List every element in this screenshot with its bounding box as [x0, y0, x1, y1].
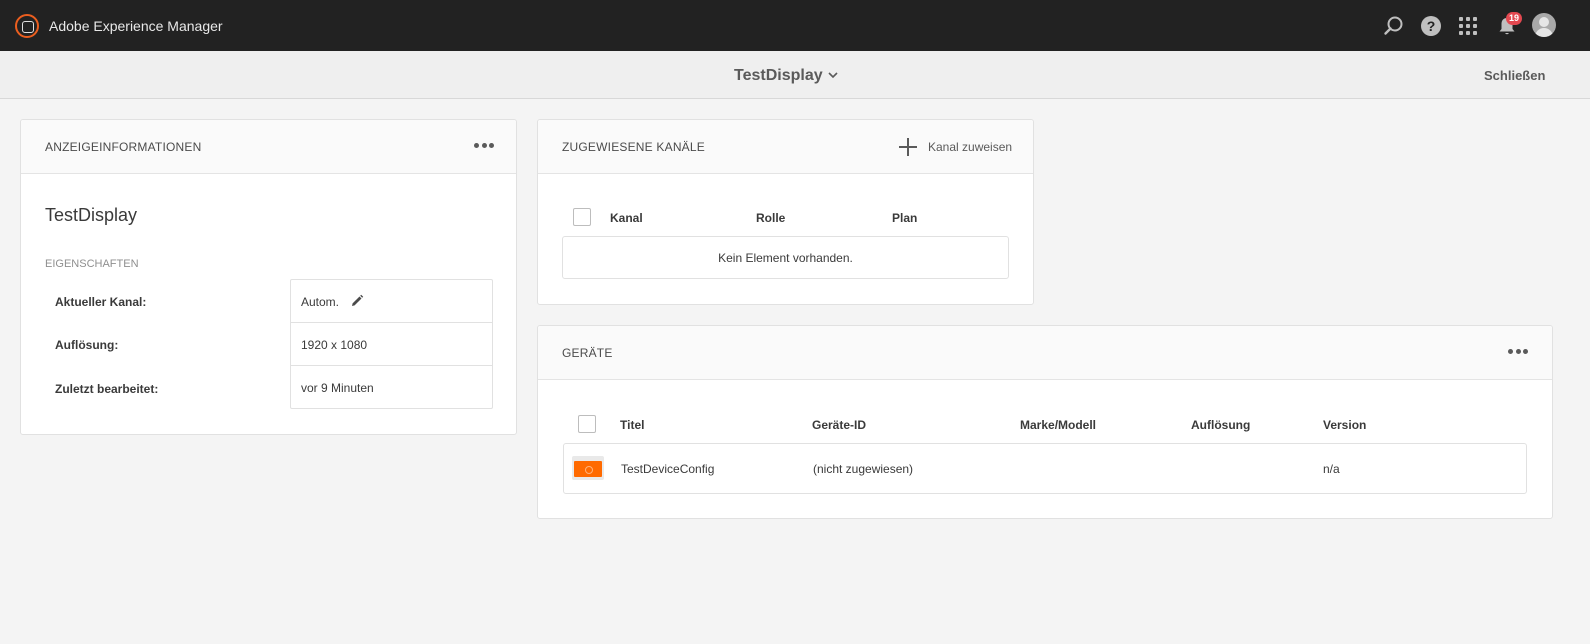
devices-card: GERÄTE Titel Geräte-ID Marke/Modell Aufl… — [537, 325, 1553, 519]
last-modified-cell: vor 9 Minuten — [291, 366, 492, 409]
close-button[interactable]: Schließen — [1484, 68, 1545, 83]
device-icon — [574, 461, 602, 477]
page-title[interactable]: TestDisplay — [734, 67, 823, 85]
column-header-aufloesung[interactable]: Auflösung — [1191, 418, 1250, 432]
display-info-card: ANZEIGEINFORMATIONEN TestDisplay EIGENSC… — [20, 119, 517, 435]
edit-pencil-icon[interactable] — [350, 294, 364, 308]
device-id: (nicht zugewiesen) — [813, 462, 914, 476]
current-channel-cell: Autom. — [291, 280, 492, 323]
properties-section-label: EIGENSCHAFTEN — [45, 258, 139, 270]
column-header-marke-modell[interactable]: Marke/Modell — [1020, 418, 1096, 432]
column-header-plan[interactable]: Plan — [892, 211, 917, 225]
display-name: TestDisplay — [45, 205, 138, 225]
action-bar: TestDisplay Schließen — [0, 51, 1590, 99]
select-all-checkbox[interactable] — [578, 415, 596, 433]
resolution-label: Auflösung: — [55, 338, 119, 352]
column-header-titel[interactable]: Titel — [620, 418, 644, 432]
plus-icon — [898, 137, 918, 157]
select-all-checkbox[interactable] — [573, 208, 591, 226]
column-header-version[interactable]: Version — [1323, 418, 1366, 432]
chevron-down-icon[interactable] — [827, 69, 839, 81]
device-version: n/a — [1323, 462, 1340, 476]
card-header: ZUGEWIESENE KANÄLE Kanal zuweisen — [538, 120, 1033, 174]
device-thumbnail[interactable] — [572, 456, 604, 480]
card-title: ANZEIGEINFORMATIONEN — [45, 140, 202, 154]
column-header-geraete-id[interactable]: Geräte-ID — [812, 418, 866, 432]
properties-values: Autom. 1920 x 1080 vor 9 Minuten — [290, 279, 493, 409]
table-row[interactable]: TestDeviceConfig (nicht zugewiesen) n/a — [563, 443, 1527, 494]
search-icon[interactable] — [1383, 15, 1405, 37]
app-title[interactable]: Adobe Experience Manager — [49, 18, 223, 34]
current-channel-label: Aktueller Kanal: — [55, 295, 147, 309]
last-modified-label: Zuletzt bearbeitet: — [55, 382, 159, 396]
help-icon[interactable]: ? — [1421, 16, 1441, 36]
assigned-channels-card: ZUGEWIESENE KANÄLE Kanal zuweisen Kanal … — [537, 119, 1034, 305]
current-channel-value: Autom. — [301, 295, 340, 309]
notification-badge: 19 — [1506, 12, 1523, 25]
last-modified-value: vor 9 Minuten — [301, 381, 374, 395]
avatar[interactable] — [1532, 13, 1556, 37]
resolution-cell: 1920 x 1080 — [291, 323, 492, 366]
card-header: GERÄTE — [538, 326, 1552, 380]
assign-channel-button[interactable]: Kanal zuweisen — [898, 136, 1012, 158]
column-header-rolle[interactable]: Rolle — [756, 211, 785, 225]
column-header-kanal[interactable]: Kanal — [610, 211, 643, 225]
empty-state: Kein Element vorhanden. — [562, 236, 1009, 279]
more-icon[interactable] — [474, 143, 494, 149]
top-bar: Adobe Experience Manager ? 19 — [0, 0, 1590, 51]
resolution-value: 1920 x 1080 — [301, 338, 368, 352]
card-title: GERÄTE — [562, 346, 613, 360]
more-icon[interactable] — [1508, 349, 1528, 355]
card-header: ANZEIGEINFORMATIONEN — [21, 120, 516, 174]
card-title: ZUGEWIESENE KANÄLE — [562, 140, 705, 154]
apps-grid-icon[interactable] — [1459, 17, 1477, 35]
device-title[interactable]: TestDeviceConfig — [621, 462, 714, 476]
assign-channel-label: Kanal zuweisen — [928, 140, 1013, 154]
aem-logo-icon[interactable] — [15, 14, 39, 38]
